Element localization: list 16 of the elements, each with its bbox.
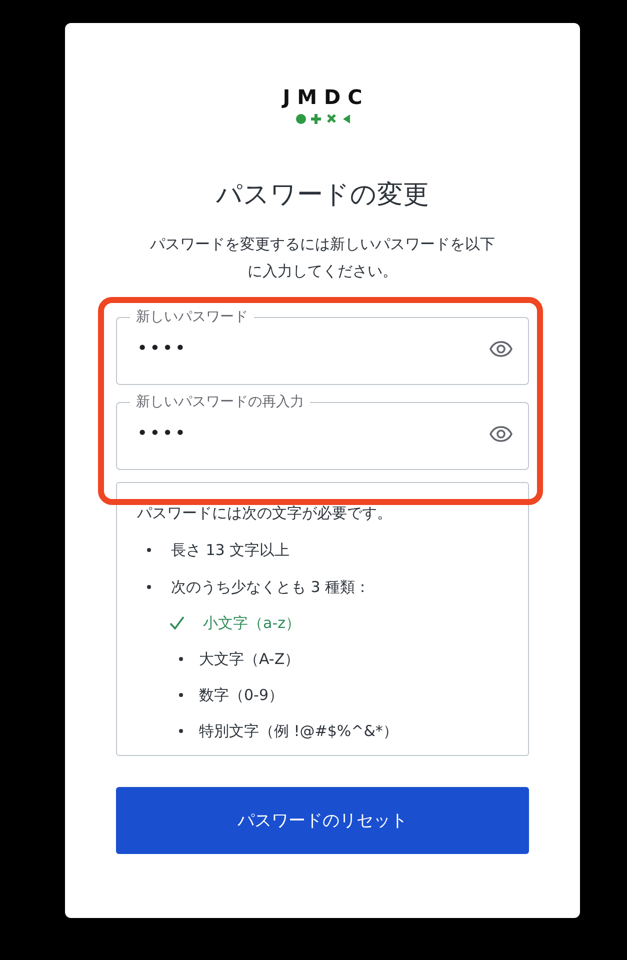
requirements-intro: パスワードには次の文字が必要です。 (137, 503, 393, 523)
field-label: 新しいパスワード (130, 309, 254, 325)
page-title: パスワードの変更 (215, 179, 430, 211)
reset-password-button[interactable]: パスワードのリセット (116, 787, 529, 854)
requirement-text: 大文字（A-Z） (199, 649, 300, 669)
requirement-text: 次のうち少なくとも 3 種類： (171, 577, 370, 597)
field-label: 新しいパスワードの再入力 (130, 394, 310, 410)
bullet-icon (147, 585, 151, 589)
requirement-text: 小文字（a-z） (203, 613, 300, 633)
requirement-text: 特別文字（例 !@#$%^&*） (199, 721, 398, 741)
logo-text: JMDC (282, 85, 370, 109)
requirement-text: 長さ 13 文字以上 (171, 540, 290, 560)
description-text: パスワードを変更するには新しいパスワードを以下に入力してください。 (149, 234, 496, 282)
requirement-text: 数字（0-9） (199, 685, 284, 705)
bullet-icon (147, 548, 151, 552)
logo-mark-icon (294, 113, 350, 125)
